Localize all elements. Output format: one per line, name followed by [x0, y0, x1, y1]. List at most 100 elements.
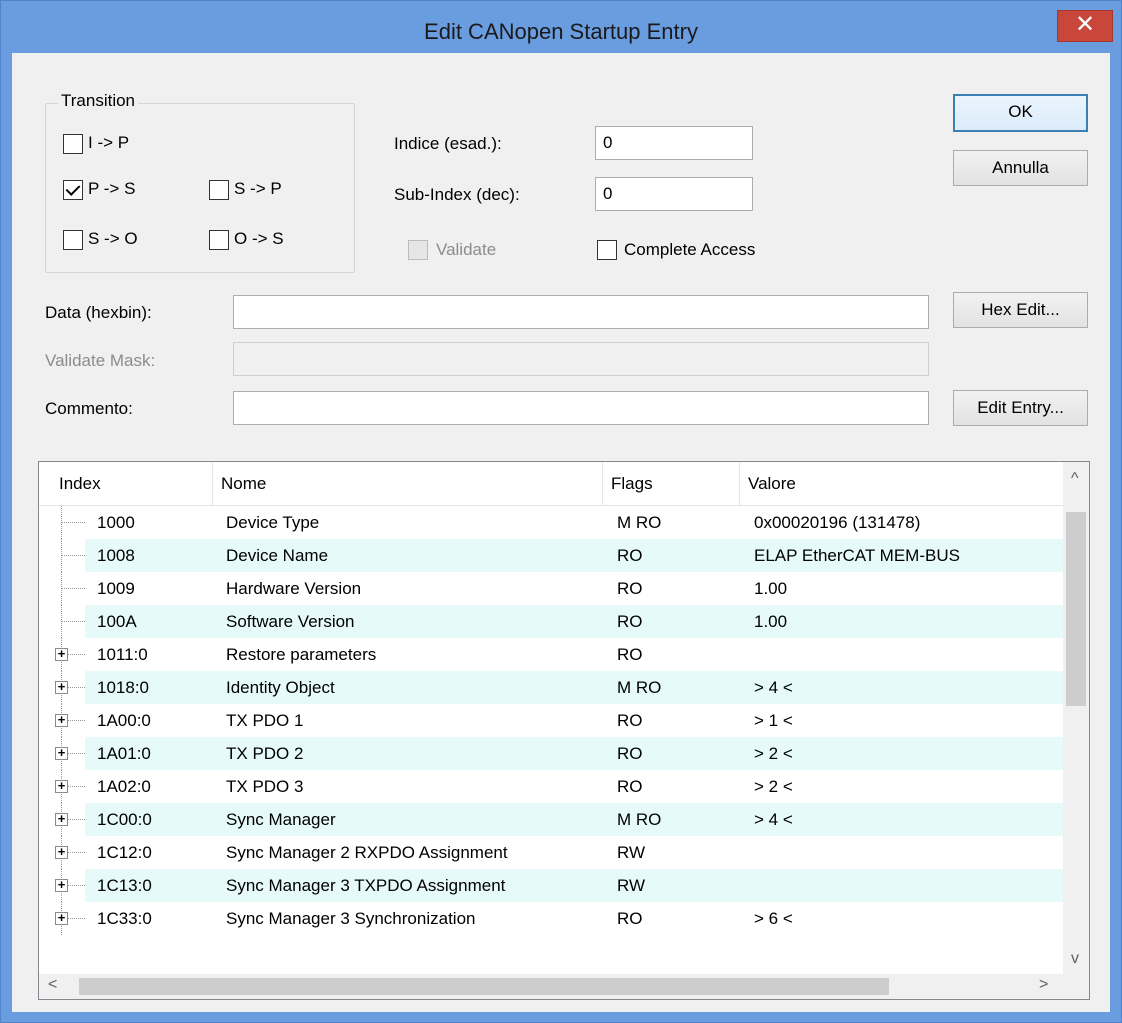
- cell-flags: RO: [617, 645, 643, 664]
- cell-value: ELAP EtherCAT MEM-BUS: [754, 546, 960, 565]
- expand-icon[interactable]: +: [55, 812, 68, 826]
- tree-connector: +: [53, 902, 89, 935]
- cell-flags: RO: [617, 777, 643, 796]
- table-row[interactable]: 1000 Device Type M RO 0x00020196 (131478): [39, 506, 1064, 539]
- data-input[interactable]: [233, 295, 929, 329]
- cell-name: Sync Manager 2 RXPDO Assignment: [226, 843, 508, 862]
- tree-connector: [53, 506, 89, 539]
- cell-name: Device Type: [226, 513, 320, 532]
- table-row[interactable]: 100A Software Version RO 1.00: [39, 605, 1064, 638]
- close-button[interactable]: ✕: [1057, 10, 1113, 42]
- cell-index: 1011:0: [97, 645, 148, 664]
- cell-flags: RO: [617, 546, 643, 565]
- tree-connector: +: [53, 836, 89, 869]
- table-row[interactable]: +1C33:0 Sync Manager 3 Synchronization RO >…: [39, 902, 1064, 935]
- expand-icon[interactable]: +: [55, 845, 68, 859]
- vertical-scrollbar[interactable]: ^ v: [1063, 462, 1089, 976]
- cell-flags: RO: [617, 744, 643, 763]
- transition-o-s-checkbox[interactable]: [209, 230, 229, 250]
- horizontal-scrollbar[interactable]: < >: [39, 974, 1089, 999]
- tree-horizontal-line: [61, 555, 85, 556]
- table-row[interactable]: +1011:0 Restore parameters RO: [39, 638, 1064, 671]
- data-label: Data (hexbin):: [45, 303, 152, 322]
- cell-name: Restore parameters: [226, 645, 377, 664]
- cell-name: Device Name: [226, 546, 329, 565]
- cell-name: Software Version: [226, 612, 355, 631]
- tree-connector: +: [53, 869, 89, 902]
- window-title: Edit CANopen Startup Entry: [424, 19, 698, 44]
- column-header-name[interactable]: Nome: [213, 462, 603, 506]
- cell-index: 1C33:0: [97, 909, 152, 928]
- comment-input[interactable]: [233, 391, 929, 425]
- column-header-index[interactable]: Index: [39, 462, 213, 506]
- expand-icon[interactable]: +: [55, 878, 68, 892]
- cell-index: 1A01:0: [97, 744, 151, 763]
- table-row[interactable]: 1009 Hardware Version RO 1.00: [39, 572, 1064, 605]
- tree-connector: [53, 572, 89, 605]
- scroll-right-icon[interactable]: >: [1039, 976, 1048, 994]
- table-row[interactable]: 1008 Device Name RO ELAP EtherCAT MEM-BUS: [39, 539, 1064, 572]
- subindex-input[interactable]: [595, 177, 753, 211]
- tree-connector: +: [53, 737, 89, 770]
- transition-s-p-label[interactable]: S -> P: [234, 179, 282, 199]
- complete-access-checkbox[interactable]: [597, 240, 617, 260]
- tree-connector: +: [53, 671, 89, 704]
- expand-icon[interactable]: +: [55, 680, 68, 694]
- expand-icon[interactable]: +: [55, 911, 68, 925]
- transition-i-p-checkbox[interactable]: [63, 134, 83, 154]
- transition-i-p-label[interactable]: I -> P: [88, 133, 129, 153]
- vertical-scroll-thumb[interactable]: [1066, 512, 1086, 706]
- table-row[interactable]: +1C13:0 Sync Manager 3 TXPDO Assignment RW: [39, 869, 1064, 902]
- tree-connector: [53, 605, 89, 638]
- complete-access-label[interactable]: Complete Access: [624, 240, 755, 260]
- cell-name: TX PDO 2: [226, 744, 304, 763]
- table-row[interactable]: +1018:0 Identity Object M RO > 4 <: [39, 671, 1064, 704]
- cell-value: > 6 <: [754, 909, 793, 928]
- expand-icon[interactable]: +: [55, 647, 68, 661]
- validate-mask-input[interactable]: [233, 342, 929, 376]
- ok-button[interactable]: OK: [953, 94, 1088, 132]
- cell-index: 1A00:0: [97, 711, 151, 730]
- cell-index: 100A: [97, 612, 137, 631]
- validate-label: Validate: [436, 240, 497, 259]
- transition-s-p-checkbox[interactable]: [209, 180, 229, 200]
- transition-p-s-checkbox[interactable]: [63, 180, 83, 200]
- validate-checkbox[interactable]: [408, 240, 428, 260]
- cell-name: Hardware Version: [226, 579, 362, 598]
- object-list[interactable]: Index Nome Flags Valore 1000 Device Type M…: [38, 461, 1090, 1000]
- scroll-left-icon[interactable]: <: [48, 976, 57, 994]
- scroll-up-icon[interactable]: ^: [1071, 470, 1079, 488]
- hex-edit-button[interactable]: Hex Edit...: [953, 292, 1088, 328]
- close-icon: ✕: [1074, 11, 1096, 38]
- index-input[interactable]: [595, 126, 753, 160]
- table-row[interactable]: +1A00:0 TX PDO 1 RO > 1 <: [39, 704, 1064, 737]
- transition-s-o-label[interactable]: S -> O: [88, 229, 138, 249]
- expand-icon[interactable]: +: [55, 779, 68, 793]
- cell-flags: M RO: [617, 810, 662, 829]
- table-row[interactable]: +1C12:0 Sync Manager 2 RXPDO Assignment RW: [39, 836, 1064, 869]
- column-header-value[interactable]: Valore: [740, 462, 1064, 506]
- cancel-button[interactable]: Annulla: [953, 150, 1088, 186]
- table-row[interactable]: +1A01:0 TX PDO 2 RO > 2 <: [39, 737, 1064, 770]
- cell-index: 1A02:0: [97, 777, 151, 796]
- cell-name: TX PDO 1: [226, 711, 304, 730]
- expand-icon[interactable]: +: [55, 713, 68, 727]
- expand-icon[interactable]: +: [55, 746, 68, 760]
- transition-o-s-label[interactable]: O -> S: [234, 229, 284, 249]
- list-rows: 1000 Device Type M RO 0x00020196 (131478) 10…: [39, 506, 1064, 976]
- transition-p-s-label[interactable]: P -> S: [88, 179, 135, 199]
- cell-value: > 1 <: [754, 711, 793, 730]
- validate-mask-label: Validate Mask:: [45, 351, 156, 370]
- edit-entry-button[interactable]: Edit Entry...: [953, 390, 1088, 426]
- index-label: Indice (esad.):: [394, 134, 502, 153]
- cell-index: 1C00:0: [97, 810, 152, 829]
- table-row[interactable]: +1A02:0 TX PDO 3 RO > 2 <: [39, 770, 1064, 803]
- dialog-window: Edit CANopen Startup Entry ✕ Transition …: [0, 0, 1122, 1023]
- title-bar[interactable]: Edit CANopen Startup Entry ✕: [1, 1, 1121, 53]
- horizontal-scroll-thumb[interactable]: [79, 978, 889, 995]
- tree-connector: +: [53, 704, 89, 737]
- column-header-flags[interactable]: Flags: [603, 462, 740, 506]
- transition-s-o-checkbox[interactable]: [63, 230, 83, 250]
- scroll-down-icon[interactable]: v: [1071, 950, 1079, 968]
- table-row[interactable]: +1C00:0 Sync Manager M RO > 4 <: [39, 803, 1064, 836]
